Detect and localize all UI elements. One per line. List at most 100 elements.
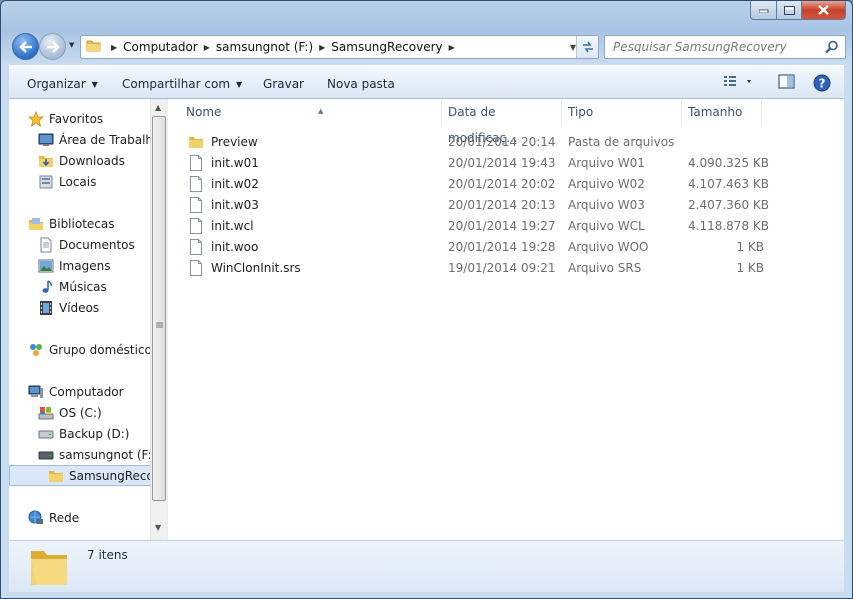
file-name-cell[interactable]: Preview xyxy=(188,134,258,150)
scrollbar-thumb[interactable] xyxy=(152,116,166,501)
sidebar-item-music[interactable]: Músicas xyxy=(9,276,158,297)
column-headers: Nome ▲ Data de modificaç... Tipo Tamanho xyxy=(168,99,844,145)
burn-button[interactable]: Gravar xyxy=(263,77,304,91)
column-header-label: Nome xyxy=(186,105,222,119)
scroll-down-icon[interactable]: ▼ xyxy=(155,523,161,532)
folder-large-icon xyxy=(29,545,69,590)
sidebar-item-drive-c[interactable]: OS (C:) xyxy=(9,402,158,423)
sidebar-item-label: Locais xyxy=(59,174,97,189)
sidebar-item-documents[interactable]: Documentos xyxy=(9,234,158,255)
breadcrumb-folder[interactable]: SamsungRecovery xyxy=(331,40,442,54)
preview-pane-icon xyxy=(778,74,795,89)
preview-pane-button[interactable] xyxy=(778,74,796,93)
scroll-up-icon[interactable]: ▲ xyxy=(155,103,161,112)
file-row[interactable]: init.w01 20/01/2014 19:43 Arquivo W01 4.090… xyxy=(180,152,844,173)
sidebar-item-current-folder[interactable]: SamsungRecovery xyxy=(9,465,158,486)
sidebar-item-label: Favoritos xyxy=(49,111,104,126)
column-header-name[interactable]: Nome ▲ xyxy=(180,99,442,124)
file-row[interactable]: WinClonInit.srs 19/01/2014 09:21 Arquivo S… xyxy=(180,257,844,278)
forward-button[interactable] xyxy=(39,33,66,60)
sidebar-item-drive-f[interactable]: samsungnot (F:) xyxy=(9,444,158,465)
sidebar-item-label: Músicas xyxy=(59,279,107,294)
organize-button[interactable]: Organizar ▼ xyxy=(27,77,98,91)
chevron-right-icon[interactable]: ▶ xyxy=(204,43,210,52)
file-name-cell[interactable]: init.woo xyxy=(188,238,259,255)
grip-icon xyxy=(156,322,163,328)
sidebar-item-drive-d[interactable]: Backup (D:) xyxy=(9,423,158,444)
sidebar-item-label: Área de Trabalho xyxy=(59,132,158,147)
file-row[interactable]: init.w02 20/01/2014 20:02 Arquivo W02 4.107… xyxy=(180,173,844,194)
removable-drive-icon xyxy=(38,447,54,463)
breadcrumb-computer[interactable]: Computador xyxy=(123,40,198,54)
file-type: Arquivo W03 xyxy=(568,197,645,212)
folder-icon xyxy=(188,134,204,150)
chevron-down-icon: ▼ xyxy=(91,80,98,89)
sidebar-item-favorites[interactable]: Favoritos xyxy=(9,108,158,129)
file-row[interactable]: init.w03 20/01/2014 20:13 Arquivo W03 2.407… xyxy=(180,194,844,215)
search-icon[interactable] xyxy=(825,40,839,57)
help-icon: ? xyxy=(813,74,831,92)
sidebar-item-desktop[interactable]: Área de Trabalho xyxy=(9,129,158,150)
minimize-button[interactable] xyxy=(750,1,777,20)
file-icon xyxy=(188,259,204,276)
file-name-cell[interactable]: init.w01 xyxy=(188,154,259,171)
navigation-pane-scrollbar[interactable]: ▲ ▼ xyxy=(150,99,167,540)
file-name-cell[interactable]: WinClonInit.srs xyxy=(188,259,301,276)
file-type: Arquivo SRS xyxy=(568,260,642,275)
change-view-button[interactable] xyxy=(724,74,754,93)
column-header-type[interactable]: Tipo xyxy=(562,99,682,124)
close-button[interactable] xyxy=(802,1,846,20)
back-button[interactable] xyxy=(12,33,39,60)
sidebar-item-places[interactable]: Locais xyxy=(9,171,158,192)
file-date: 19/01/2014 09:21 xyxy=(448,260,556,275)
videos-icon xyxy=(38,300,54,316)
homegroup-icon xyxy=(28,342,44,358)
recent-pages-dropdown[interactable]: ▼ xyxy=(69,41,74,49)
search-input[interactable] xyxy=(605,36,820,58)
address-bar[interactable]: ▶ Computador ▶ samsungnot (F:) ▶ Samsung… xyxy=(80,35,599,59)
column-header-date[interactable]: Data de modificaç... xyxy=(442,99,562,145)
file-row[interactable]: init.wcl 20/01/2014 19:27 Arquivo WCL 4.118… xyxy=(180,215,844,236)
sidebar-item-label: Imagens xyxy=(59,258,111,273)
share-button[interactable]: Compartilhar com ▼ xyxy=(122,77,242,91)
sidebar-item-pictures[interactable]: Imagens xyxy=(9,255,158,276)
file-icon xyxy=(188,175,204,192)
navigation-bar: ▼ ▶ Computador ▶ samsungnot (F:) ▶ Samsu… xyxy=(9,31,846,63)
file-row[interactable]: Preview 20/01/2014 20:14 Pasta de arquivos xyxy=(180,131,844,152)
sidebar-item-libraries[interactable]: Bibliotecas xyxy=(9,213,158,234)
maximize-button[interactable] xyxy=(777,1,802,20)
refresh-button[interactable] xyxy=(576,36,598,58)
chevron-right-icon[interactable]: ▶ xyxy=(319,43,325,52)
sidebar-item-label: Computador xyxy=(49,384,124,399)
sidebar-item-downloads[interactable]: Downloads xyxy=(9,150,158,171)
maximize-icon xyxy=(783,5,795,15)
help-button[interactable]: ? xyxy=(813,74,831,95)
sidebar-item-homegroup[interactable]: Grupo doméstico xyxy=(9,339,158,360)
new-folder-button[interactable]: Nova pasta xyxy=(327,77,395,91)
downloads-folder-icon xyxy=(38,153,54,169)
column-header-size[interactable]: Tamanho xyxy=(682,99,762,124)
sidebar-item-videos[interactable]: Vídeos xyxy=(9,297,158,318)
file-date: 20/01/2014 20:02 xyxy=(448,176,556,191)
caption-buttons xyxy=(750,1,846,20)
sidebar-item-label: OS (C:) xyxy=(59,405,102,420)
star-icon xyxy=(28,110,44,127)
file-date: 20/01/2014 19:43 xyxy=(448,155,556,170)
chevron-right-icon[interactable]: ▶ xyxy=(111,43,117,52)
file-name: init.woo xyxy=(211,239,259,254)
file-name-cell[interactable]: init.wcl xyxy=(188,217,254,234)
item-count: 7 itens xyxy=(87,548,128,562)
sidebar-item-computer[interactable]: Computador xyxy=(9,381,158,402)
file-row[interactable]: init.woo 20/01/2014 19:28 Arquivo WOO 1 KB xyxy=(180,236,844,257)
sidebar-item-label: Vídeos xyxy=(59,300,100,315)
sidebar-item-network[interactable]: Rede xyxy=(9,507,158,528)
sidebar-item-label: Bibliotecas xyxy=(49,216,115,231)
file-name-cell[interactable]: init.w02 xyxy=(188,175,259,192)
organize-label: Organizar xyxy=(27,77,86,91)
file-name-cell[interactable]: init.w03 xyxy=(188,196,259,213)
pictures-icon xyxy=(38,258,54,274)
breadcrumb-drive[interactable]: samsungnot (F:) xyxy=(216,40,313,54)
search-box[interactable] xyxy=(604,35,846,59)
chevron-right-icon[interactable]: ▶ xyxy=(449,43,455,52)
sort-ascending-icon: ▲ xyxy=(318,107,324,115)
